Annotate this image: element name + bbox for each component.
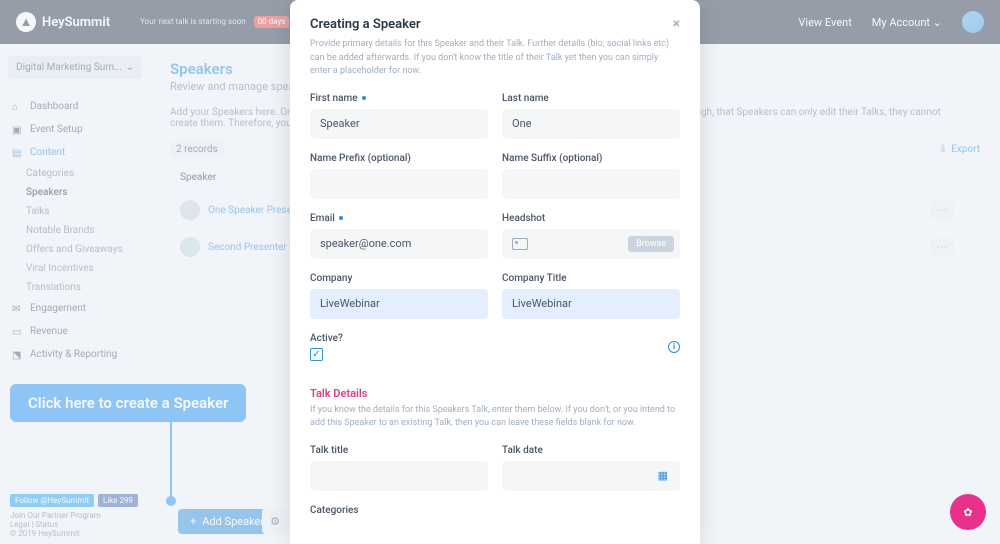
- talk-details-desc: If you know the details for this Speaker…: [310, 404, 680, 431]
- modal-description: Provide primary details for this Speaker…: [310, 38, 680, 79]
- suffix-input[interactable]: [502, 169, 680, 199]
- required-dot: [362, 96, 366, 100]
- headshot-upload[interactable]: Browse: [502, 229, 680, 259]
- suffix-label: Name Suffix (optional): [502, 153, 680, 164]
- talk-title-label: Talk title: [310, 445, 488, 456]
- talk-title-input[interactable]: [310, 461, 488, 491]
- last-name-label: Last name: [502, 93, 680, 104]
- prefix-label: Name Prefix (optional): [310, 153, 488, 164]
- company-input[interactable]: [310, 289, 488, 319]
- talk-date-label: Talk date: [502, 445, 680, 456]
- talk-date-input[interactable]: ▦: [502, 461, 680, 491]
- email-label: Email: [310, 213, 488, 224]
- first-name-label: First name: [310, 93, 488, 104]
- company-label: Company: [310, 273, 488, 284]
- company-title-label: Company Title: [502, 273, 680, 284]
- required-dot: [339, 216, 343, 220]
- life-ring-icon: ✿: [963, 506, 972, 519]
- email-input[interactable]: [310, 229, 488, 259]
- active-label: Active?: [310, 333, 343, 344]
- help-fab[interactable]: ✿: [950, 494, 986, 530]
- talk-details-header: Talk Details: [310, 387, 680, 400]
- headshot-label: Headshot: [502, 213, 680, 224]
- modal-title: Creating a Speaker: [310, 17, 421, 32]
- active-checkbox[interactable]: ✓: [310, 348, 323, 361]
- info-icon[interactable]: i: [668, 341, 680, 353]
- create-speaker-modal: Creating a Speaker × Provide primary det…: [290, 0, 700, 544]
- browse-button[interactable]: Browse: [628, 236, 674, 252]
- prefix-input[interactable]: [310, 169, 488, 199]
- image-icon: [512, 238, 528, 250]
- close-icon[interactable]: ×: [673, 16, 680, 32]
- company-title-input[interactable]: [502, 289, 680, 319]
- calendar-icon: ▦: [658, 469, 668, 482]
- first-name-input[interactable]: [310, 109, 488, 139]
- last-name-input[interactable]: [502, 109, 680, 139]
- categories-label: Categories: [310, 505, 680, 516]
